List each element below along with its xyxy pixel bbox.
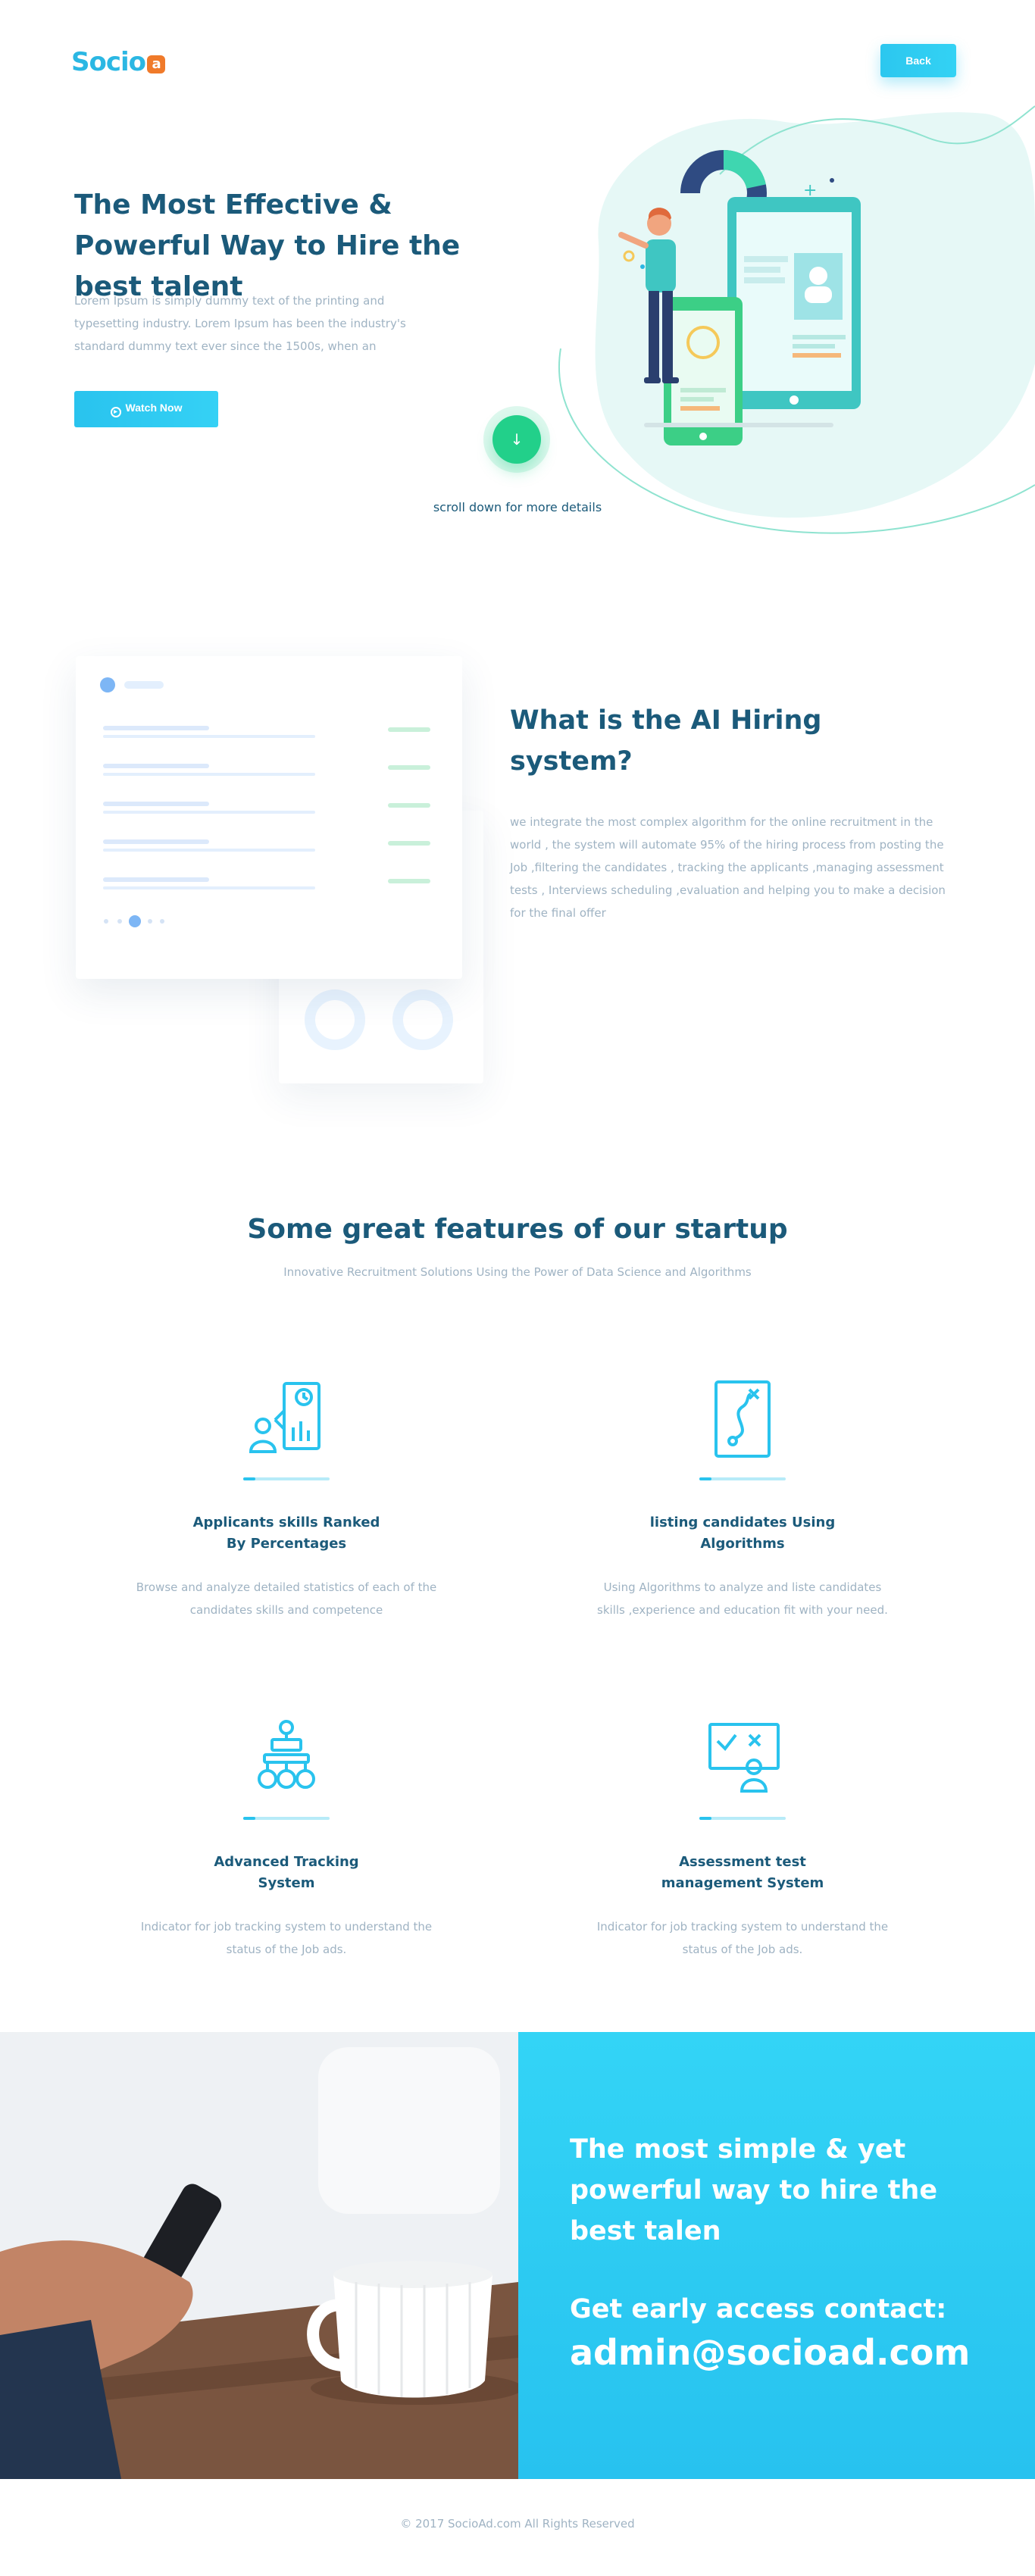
mockup-rows xyxy=(103,726,430,889)
feature-description: Browse and analyze detailed statistics o… xyxy=(136,1580,437,1617)
section-title-what: What is the AI Hiring system? xyxy=(510,705,822,777)
feature-description: Indicator for job tracking system to und… xyxy=(596,1920,889,1956)
feature-title: Applicants skills Ranked By Percentages xyxy=(192,1515,380,1552)
hero-description: Lorem Ipsum is simply dummy text of the … xyxy=(74,294,406,353)
feature-divider xyxy=(243,1817,330,1820)
assessment-board-icon xyxy=(708,1723,780,1793)
feature-description: Using Algorithms to analyze and liste ca… xyxy=(597,1580,888,1617)
feature-title: listing candidates Using Algorithms xyxy=(649,1515,836,1552)
feature-divider xyxy=(243,1477,330,1480)
feature-description: Indicator for job tracking system to und… xyxy=(140,1920,433,1956)
features-subtitle: Innovative Recruitment Solutions Using t… xyxy=(283,1265,752,1279)
cta-contact-label: Get early access contact: xyxy=(570,2294,947,2324)
watch-now-label: Watch Now xyxy=(125,401,183,414)
scroll-down-button[interactable]: ↓ xyxy=(492,415,541,464)
ranking-chart-icon xyxy=(249,1382,321,1453)
feature-card: listing candidates Using Algorithms Usin… xyxy=(568,1377,917,1621)
watch-now-button[interactable]: ▶ Watch Now xyxy=(74,391,218,427)
brand-logo[interactable]: Socio a xyxy=(71,47,166,77)
features-title: Some great features of our startup xyxy=(247,1214,788,1245)
feature-card: Assessment test management System Indica… xyxy=(568,1717,917,1961)
feature-title: Assessment test management System xyxy=(661,1854,824,1891)
feature-card: Applicants skills Ranked By Percentages … xyxy=(112,1377,461,1621)
mockup-card-main xyxy=(76,656,462,979)
scroll-hint[interactable]: scroll down for more details xyxy=(379,500,656,514)
feature-card: Advanced Tracking System Indicator for j… xyxy=(112,1717,461,1961)
photo-illustration xyxy=(0,2032,518,2479)
back-button[interactable]: Back xyxy=(880,44,956,77)
arrow-down-icon: ↓ xyxy=(510,430,524,449)
pagination-dots xyxy=(104,915,164,927)
feature-divider xyxy=(699,1477,786,1480)
feature-divider xyxy=(699,1817,786,1820)
ring-shape xyxy=(305,989,365,1050)
logo-badge: a xyxy=(147,55,166,73)
ring-shape xyxy=(392,989,453,1050)
svg-text:+: + xyxy=(803,181,817,200)
hero-illustration: + xyxy=(558,105,1035,534)
cta-panel: The most simple & yet powerful way to hi… xyxy=(518,2032,1035,2479)
feature-title: Advanced Tracking System xyxy=(214,1854,359,1891)
section-description-what: we integrate the most complex algorithm … xyxy=(510,815,946,920)
footer-copyright: © 2017 SocioAd.com All Rights Reserved xyxy=(400,2517,635,2531)
contact-email-link[interactable]: admin@socioad.com xyxy=(570,2332,970,2373)
algorithm-path-icon xyxy=(714,1380,771,1458)
org-tracking-icon xyxy=(258,1720,315,1789)
logo-text: Socio xyxy=(71,47,146,77)
hand-phone-coffee-photo xyxy=(0,2032,518,2479)
cta-section: The most simple & yet powerful way to hi… xyxy=(0,2032,1035,2479)
cta-headline: The most simple & yet powerful way to hi… xyxy=(570,2134,938,2246)
play-icon: ▶ xyxy=(110,406,121,417)
tablet-icon xyxy=(727,197,861,409)
